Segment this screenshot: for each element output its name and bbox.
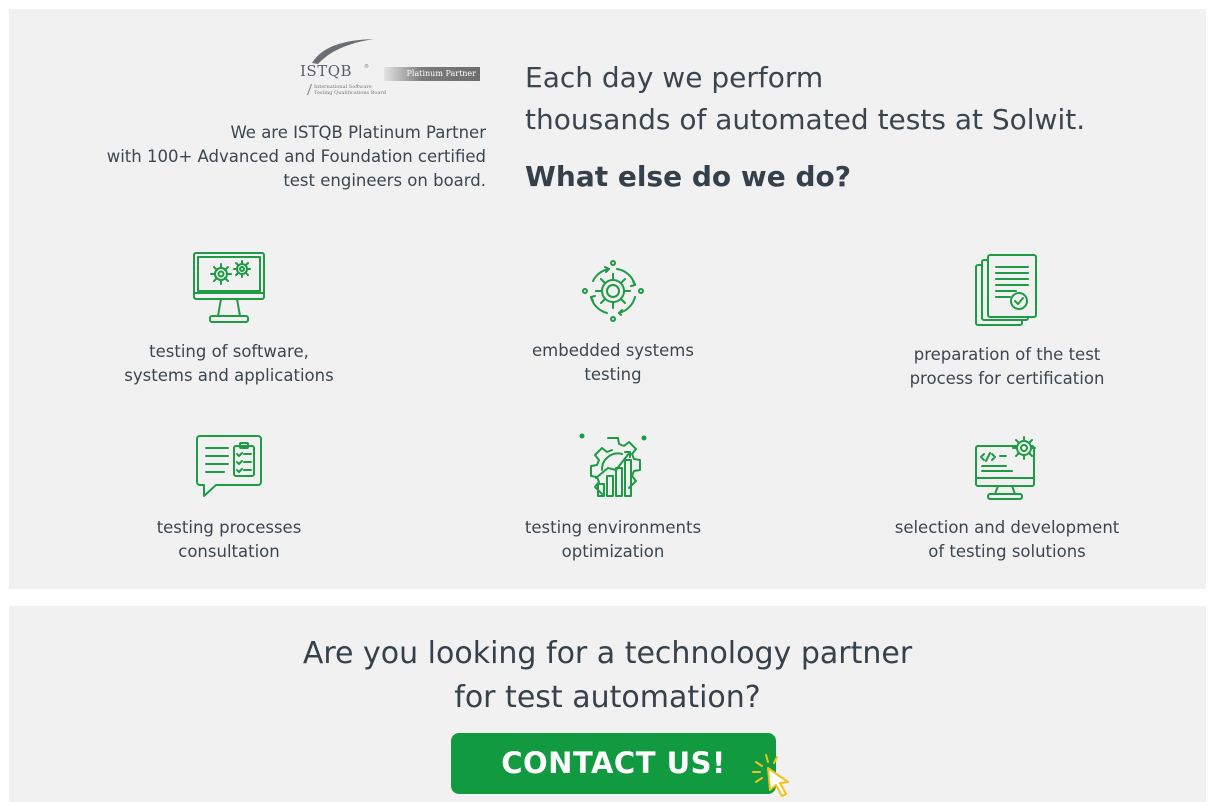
service-embedded-testing: embedded systems testing bbox=[448, 257, 778, 387]
subheadline: What else do we do? bbox=[525, 160, 851, 193]
logo-wordmark: ISTQB bbox=[300, 62, 353, 80]
logo-partner-badge: Platinum Partner bbox=[384, 67, 480, 81]
service-software-testing: testing of software, systems and applica… bbox=[64, 250, 394, 388]
contact-us-button[interactable]: CONTACT US! bbox=[451, 733, 776, 794]
service-testing-solutions: selection and development of testing sol… bbox=[842, 432, 1172, 564]
consultation-checklist-icon bbox=[196, 435, 262, 497]
service-process-consultation: testing processes consultation bbox=[64, 432, 394, 564]
logo-swoosh-icon bbox=[312, 39, 374, 64]
certified-documents-icon bbox=[975, 254, 1037, 326]
logo-board-line: Testing Qualifications Board bbox=[314, 90, 386, 96]
service-environment-optimization: testing environments optimization bbox=[448, 432, 778, 564]
headline: Each day we perform thousands of automat… bbox=[525, 61, 1086, 136]
service-label: testing processes consultation bbox=[156, 518, 302, 561]
monitor-gears-icon bbox=[193, 252, 265, 323]
partner-description: We are ISTQB Platinum Partner with 100+ … bbox=[106, 123, 486, 190]
click-cursor-icon bbox=[752, 754, 789, 797]
service-label: preparation of the test process for cert… bbox=[909, 345, 1105, 388]
service-label: embedded systems testing bbox=[532, 341, 694, 384]
service-certification-prep: preparation of the test process for cert… bbox=[842, 253, 1172, 391]
istqb-logo: ISTQB ® Platinum Partner International S… bbox=[294, 37, 484, 103]
cycle-gear-icon bbox=[582, 260, 644, 322]
service-label: testing of software, systems and applica… bbox=[124, 342, 334, 385]
gear-growth-chart-icon bbox=[579, 433, 647, 497]
cta-title: Are you looking for a technology partner… bbox=[302, 636, 913, 715]
service-label: testing environments optimization bbox=[524, 518, 702, 561]
code-monitor-gear-icon bbox=[975, 436, 1036, 500]
service-label: selection and development of testing sol… bbox=[894, 518, 1120, 561]
